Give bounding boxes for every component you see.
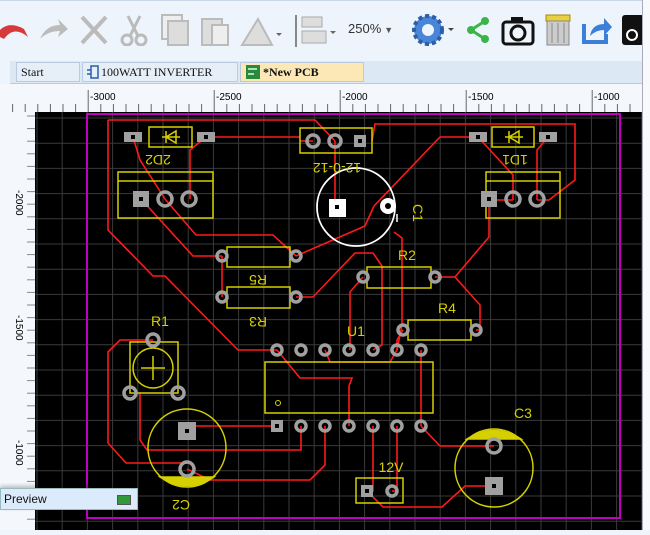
label-transformer: 12-0-12: [313, 160, 361, 176]
label-r3: R3: [249, 314, 267, 330]
pcb-canvas[interactable]: 2D2 1D1 12-0-12 C1 R5 R3 R2 R4 U1 R1 C2 …: [35, 112, 643, 530]
flip-icon[interactable]: [238, 11, 286, 49]
label-c1: C1: [410, 204, 426, 222]
ruler-label: -1000: [13, 440, 24, 466]
right-panel-edge[interactable]: [642, 0, 650, 530]
label-12v: 12V: [379, 459, 405, 475]
tab-new-pcb[interactable]: *New PCB: [240, 62, 364, 82]
ruler-label: -2500: [216, 92, 242, 103]
label-r1: R1: [151, 313, 169, 329]
ruler-label: -1000: [594, 92, 620, 103]
toolbar-separator: [295, 15, 297, 47]
tab-label: *New PCB: [263, 64, 319, 79]
scissors-icon[interactable]: [118, 11, 150, 49]
pin1-marker: [275, 400, 281, 406]
pad: [294, 343, 308, 357]
share-icon[interactable]: [463, 11, 493, 49]
label-d2: 2D2: [145, 152, 171, 168]
tab-label: 100WATT INVERTER: [101, 64, 213, 79]
pads: [122, 132, 557, 498]
schematic-icon: [87, 65, 99, 79]
tab-label: Start: [21, 64, 44, 79]
undo-icon[interactable]: [0, 11, 30, 49]
ruler-label: -1500: [468, 92, 494, 103]
pcb-icon: [246, 65, 260, 79]
zoom-dropdown[interactable]: 250% ▼: [348, 21, 393, 36]
c1-selection[interactable]: [316, 167, 398, 247]
label-u1: U1: [347, 323, 365, 339]
component-icon[interactable]: [542, 11, 574, 49]
ruler-label: -2000: [13, 190, 24, 216]
align-icon[interactable]: [300, 11, 340, 49]
zoom-level: 250%: [348, 21, 382, 36]
document-tabs: Start 100WATT INVERTER *New PCB: [10, 61, 642, 84]
copy-icon[interactable]: [158, 11, 192, 49]
export-icon[interactable]: [580, 11, 614, 49]
camera-icon[interactable]: [500, 11, 536, 49]
cut-icon[interactable]: [78, 11, 110, 49]
preview-label: Preview: [4, 492, 47, 506]
label-r4: R4: [438, 300, 456, 316]
traces: [107, 119, 576, 508]
paste-icon[interactable]: [198, 11, 232, 49]
redo-icon[interactable]: [36, 11, 70, 49]
ruler-label: -2000: [342, 92, 368, 103]
vertical-ruler[interactable]: -2000 -1500 -1000: [0, 112, 35, 530]
ruler-label: -1500: [13, 315, 24, 341]
toolbar: 250% ▼: [0, 0, 650, 59]
pad: [342, 343, 356, 357]
preview-panel[interactable]: Preview: [0, 488, 138, 510]
label-d1: 1D1: [502, 152, 528, 168]
label-r2: R2: [398, 247, 416, 263]
ruler-label: -3000: [90, 92, 116, 103]
chevron-down-icon: ▼: [384, 25, 394, 35]
settings-gear-icon[interactable]: [408, 11, 458, 49]
tab-100watt-inverter[interactable]: 100WATT INVERTER: [82, 62, 238, 82]
tool-icon[interactable]: [620, 11, 644, 49]
tab-start[interactable]: Start: [16, 62, 80, 82]
horizontal-ruler[interactable]: -3000 -2500 -2000 -1500 -1000: [0, 84, 642, 112]
label-c2: C2: [172, 497, 190, 513]
preview-toggle-button[interactable]: [117, 495, 131, 505]
label-r5: R5: [249, 272, 267, 288]
label-c3: C3: [514, 405, 532, 421]
